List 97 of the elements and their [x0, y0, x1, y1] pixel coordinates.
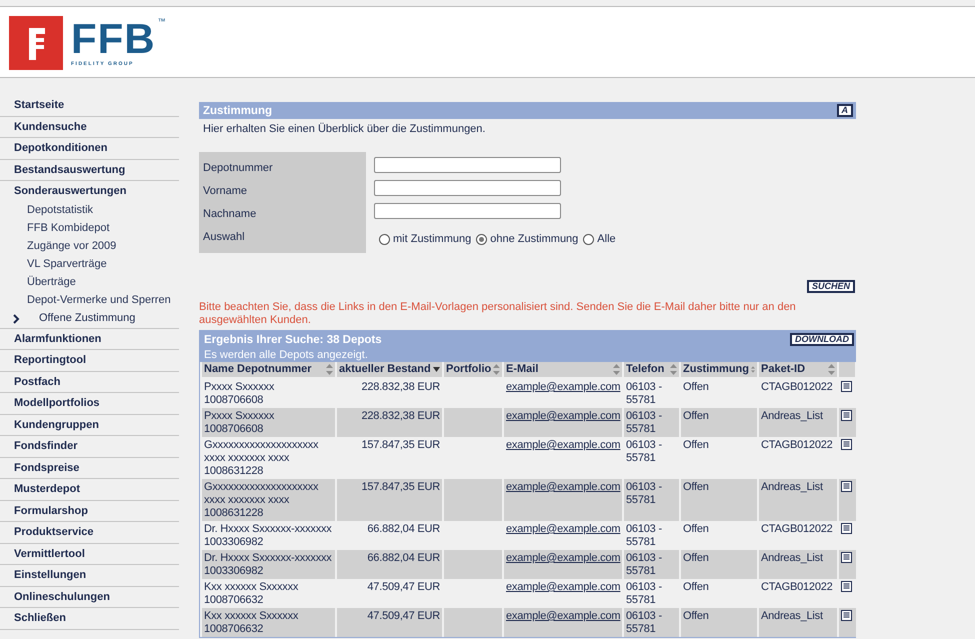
- input-field[interactable]: [374, 203, 561, 219]
- table-cell: Offen: [680, 408, 758, 437]
- sidebar-item[interactable]: Reportingtool: [0, 350, 179, 372]
- sidebar-item[interactable]: Modellportfolios: [0, 393, 179, 414]
- sidebar-item[interactable]: Alarmfunktionen: [0, 328, 179, 350]
- sort-descending-icon: [433, 367, 440, 372]
- column-header[interactable]: Zustimmung: [680, 362, 758, 378]
- sidebar-item[interactable]: Schließen: [0, 608, 179, 630]
- field-label: Vorname: [203, 184, 248, 199]
- table-cell: 47.509,47 EUR: [336, 608, 443, 637]
- sidebar-item[interactable]: Musterdepot: [0, 479, 179, 500]
- table-cell: Offen: [680, 608, 758, 637]
- document-icon[interactable]: [841, 523, 852, 534]
- document-icon[interactable]: [841, 581, 852, 592]
- sidebar-subitem[interactable]: Zugänge vor 2009: [0, 238, 179, 256]
- table-cell: 06103 - 55781: [623, 608, 680, 637]
- sidebar-subitem[interactable]: Überträge: [0, 274, 179, 292]
- sidebar-subitem[interactable]: VL Sparverträge: [0, 256, 179, 274]
- section-title: Zustimmung: [203, 104, 272, 116]
- sort-icon: [828, 364, 835, 375]
- sidebar-item[interactable]: Kundensuche: [0, 116, 179, 138]
- document-icon[interactable]: [841, 439, 852, 450]
- column-header[interactable]: Telefon: [623, 362, 680, 378]
- results-title: Ergebnis Ihrer Suche: 38 Depots: [204, 334, 382, 346]
- table-cell: 06103 - 55781: [623, 479, 680, 521]
- radio-button[interactable]: [476, 234, 488, 244]
- notice-text: Bitte beachten Sie, dass die Links in den E-Mail-Vorlagen personalisiert sind. Senden Sie die E-Mail daher bitte nur an den ausgewählten Kunden.: [199, 301, 797, 327]
- sidebar-subitem[interactable]: FFB Kombidepot: [0, 220, 179, 238]
- sidebar-subitem[interactable]: Depotstatistik: [0, 202, 179, 220]
- table-cell: Offen: [680, 479, 758, 521]
- table-cell: Andreas_List: [758, 608, 838, 637]
- sidebar-item[interactable]: Vermittlertool: [0, 544, 179, 565]
- document-icon[interactable]: [841, 610, 852, 621]
- email-link[interactable]: example@example.com: [506, 439, 620, 451]
- trademark-mark: ™: [158, 17, 166, 26]
- table-cell: 157.847,35 EUR: [336, 479, 443, 521]
- search-button[interactable]: SUCHEN: [806, 280, 855, 293]
- radio-option[interactable]: mit Zustimmung: [379, 233, 472, 245]
- document-icon[interactable]: [841, 410, 852, 421]
- sort-icon: [493, 364, 500, 375]
- sidebar-item[interactable]: Einstellungen: [0, 565, 179, 586]
- sidebar-item[interactable]: Depotkonditionen: [0, 138, 179, 160]
- document-icon[interactable]: [841, 381, 852, 392]
- sort-icon: [751, 364, 755, 375]
- document-icon[interactable]: [841, 481, 852, 492]
- email-link[interactable]: example@example.com: [506, 381, 620, 393]
- email-link[interactable]: example@example.com: [506, 523, 620, 535]
- table-cell: Gxxxxxxxxxxxxxxxxxxxx xxxx xxxxxxx xxxx 1008631228: [201, 479, 336, 521]
- field-label: Nachname: [203, 207, 258, 222]
- field-label: Auswahl: [203, 230, 246, 245]
- radio-button[interactable]: [583, 234, 594, 244]
- sidebar-item[interactable]: Fondspreise: [0, 458, 179, 479]
- field-label: Depotnummer: [203, 161, 274, 176]
- input-field[interactable]: [374, 157, 561, 173]
- text-size-button[interactable]: A: [836, 104, 853, 117]
- sidebar-item[interactable]: Startseite: [0, 95, 179, 116]
- column-header[interactable]: Paket-ID: [758, 362, 838, 378]
- intro-text: Hier erhalten Sie einen Überblick über die Zustimmungen.: [202, 122, 486, 135]
- document-icon[interactable]: [841, 552, 852, 563]
- sidebar-item[interactable]: Produktservice: [0, 522, 179, 544]
- table-cell: Andreas_List: [758, 408, 838, 437]
- sidebar-item[interactable]: Onlineschulungen: [0, 586, 179, 608]
- table-cell: Andreas_List: [758, 550, 838, 579]
- chevron-icon: [13, 314, 20, 324]
- sidebar-item[interactable]: Kundengruppen: [0, 414, 179, 436]
- table-cell: 06103 - 55781: [623, 550, 680, 579]
- column-header[interactable]: aktueller Bestand: [336, 362, 443, 378]
- sidebar-item[interactable]: Fondsfinder: [0, 436, 179, 458]
- sort-icon: [670, 364, 677, 375]
- email-link[interactable]: example@example.com: [506, 581, 620, 593]
- sidebar-subitem[interactable]: Depot-Vermerke und Sperren: [0, 292, 179, 310]
- download-button[interactable]: DOWNLOAD: [790, 333, 854, 346]
- sidebar-subitem[interactable]: Offene Zustimmung: [0, 310, 179, 328]
- table-cell: 228.832,38 EUR: [336, 408, 443, 437]
- input-field[interactable]: [374, 180, 561, 196]
- table-cell: Andreas_List: [758, 479, 838, 521]
- radio-option[interactable]: ohne Zustimmung: [476, 233, 578, 245]
- sidebar-item[interactable]: Formularshop: [0, 500, 179, 522]
- radio-option[interactable]: Alle: [583, 233, 616, 245]
- radio-button[interactable]: [379, 234, 390, 244]
- table-cell: Pxxxx Sxxxxxx 1008706608: [201, 408, 336, 437]
- table-cell: Kxx xxxxxx Sxxxxxx 1008706632: [201, 608, 336, 637]
- sort-icon: [326, 364, 333, 375]
- sidebar-item[interactable]: Bestandsauswertung: [0, 160, 179, 181]
- sort-icon: [613, 364, 620, 375]
- results-subtitle: Es werden alle Depots angezeigt.: [203, 348, 369, 362]
- table-cell: 66.882,04 EUR: [336, 550, 443, 579]
- table-cell: 06103 - 55781: [623, 408, 680, 437]
- column-header[interactable]: Portfolio: [443, 362, 503, 378]
- column-header[interactable]: Name Depotnummer: [201, 362, 336, 378]
- column-header[interactable]: E-Mail: [503, 362, 623, 378]
- sidebar-item[interactable]: Postfach: [0, 372, 179, 393]
- logo-wordmark: FFB: [71, 19, 156, 59]
- table-cell: Offen: [680, 550, 758, 579]
- sidebar-item[interactable]: Sonderauswertungen: [0, 181, 179, 202]
- table-cell: Dr. Hxxxx Sxxxxxx-xxxxxxx 1003306982: [201, 550, 336, 579]
- logo-icon: [9, 16, 63, 70]
